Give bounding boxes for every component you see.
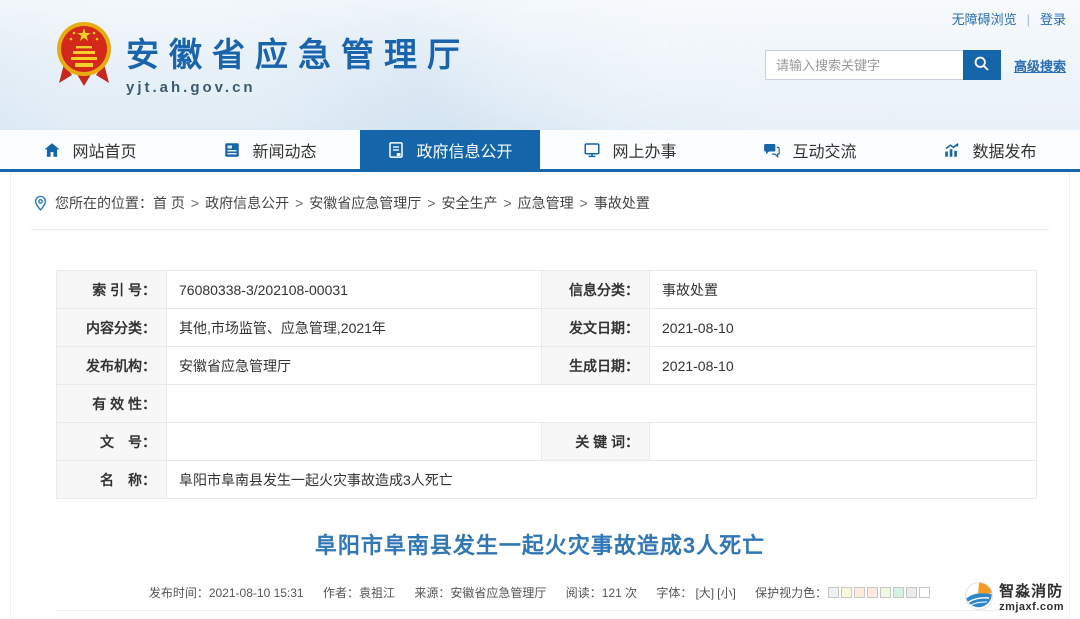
table-row: 发布机构： 安徽省应急管理厅 生成日期： 2021-08-10: [57, 347, 1037, 385]
eye-protect-swatch[interactable]: [828, 587, 839, 598]
doc-number-label: 文 号：: [57, 423, 167, 461]
table-row: 名 称： 阜阳市阜南县发生一起火灾事故造成3人死亡: [57, 461, 1037, 499]
zhimiao-fire-icon: [964, 581, 994, 616]
bottom-divider: [56, 610, 1024, 611]
breadcrumb: 您所在的位置： 首 页 > 政府信息公开 > 安徽省应急管理厅 > 安全生产 >…: [31, 172, 1049, 230]
search-button[interactable]: [963, 50, 1001, 80]
nav-item-home[interactable]: 网站首页: [0, 130, 180, 169]
watermark-logo: 智淼消防 zmjaxf.com: [964, 581, 1064, 616]
top-links-separator: |: [1027, 12, 1030, 27]
nav-item-interaction[interactable]: 互动交流: [720, 130, 900, 169]
eye-protect-swatch[interactable]: [880, 587, 891, 598]
nav-item-news[interactable]: 新闻动态: [180, 130, 360, 169]
national-emblem-logo: [55, 20, 113, 93]
publish-time: 发布时间：2021-08-10 15:31: [149, 586, 304, 600]
nav-item-label: 新闻动态: [252, 138, 316, 162]
doc-number-value: [167, 423, 542, 461]
watermark-brand-name: 智淼消防: [999, 584, 1064, 601]
accessibility-link[interactable]: 无障碍浏览: [952, 12, 1017, 27]
site-name: 安徽省应急管理厅: [126, 28, 470, 76]
keyword-label: 关 键 词：: [542, 423, 650, 461]
name-value: 阜阳市阜南县发生一起火灾事故造成3人死亡: [167, 461, 1037, 499]
issue-date-label: 发文日期：: [542, 309, 650, 347]
advanced-search-link[interactable]: 高级搜索: [1014, 56, 1066, 75]
breadcrumb-item-department[interactable]: 安徽省应急管理厅: [309, 193, 421, 213]
index-number-label: 索 引 号：: [57, 271, 167, 309]
news-icon: [223, 141, 241, 159]
login-link[interactable]: 登录: [1040, 12, 1066, 27]
site-brand: 安徽省应急管理厅 yjt.ah.gov.cn: [55, 20, 470, 96]
chat-icon: [763, 141, 781, 159]
document-info-table: 索 引 号： 76080338-3/202108-00031 信息分类： 事故处…: [56, 270, 1037, 499]
main-nav: 网站首页 新闻动态 政府信息公开 网上办事 互动交流 数据发布: [0, 130, 1080, 172]
eye-protect-colors: 保护视力色：: [755, 586, 931, 600]
nav-item-label: 数据发布: [972, 138, 1036, 162]
font-large-button[interactable]: [大]: [695, 586, 714, 600]
chart-icon: [943, 141, 961, 159]
search-input[interactable]: [765, 50, 963, 80]
keyword-value: [650, 423, 1037, 461]
search-area: 高级搜索: [765, 50, 1066, 80]
nav-item-online-services[interactable]: 网上办事: [540, 130, 720, 169]
nav-item-label: 网站首页: [72, 138, 136, 162]
top-links: 无障碍浏览 | 登录: [952, 9, 1066, 28]
eye-protect-swatch[interactable]: [854, 587, 865, 598]
table-row: 内容分类： 其他,市场监管、应急管理,2021年 发文日期： 2021-08-1…: [57, 309, 1037, 347]
generation-date-value: 2021-08-10: [650, 347, 1037, 385]
main-content: 您所在的位置： 首 页 > 政府信息公开 > 安徽省应急管理厅 > 安全生产 >…: [10, 172, 1070, 619]
publisher-label: 发布机构：: [57, 347, 167, 385]
breadcrumb-item-safety[interactable]: 安全生产: [441, 193, 497, 213]
home-icon: [43, 141, 61, 159]
site-header: 无障碍浏览|登录 安徽省应急管理厅 yjt.ah.g: [0, 0, 1080, 130]
validity-label: 有 效 性：: [57, 385, 167, 423]
article-meta: 发布时间：2021-08-10 15:31 作者：袁祖江 来源：安徽省应急管理厅…: [11, 584, 1069, 601]
font-size-controls: 字体：[大][小]: [656, 586, 735, 600]
eye-protect-swatch[interactable]: [893, 587, 904, 598]
breadcrumb-item-accident[interactable]: 事故处置: [594, 193, 650, 213]
search-icon: [973, 55, 990, 75]
breadcrumb-prefix: 您所在的位置：: [55, 193, 153, 213]
author: 作者：袁祖江: [323, 586, 395, 600]
name-label: 名 称：: [57, 461, 167, 499]
issue-date-value: 2021-08-10: [650, 309, 1037, 347]
nav-item-label: 互动交流: [792, 138, 856, 162]
content-category-value: 其他,市场监管、应急管理,2021年: [167, 309, 542, 347]
eye-protect-swatch[interactable]: [906, 587, 917, 598]
info-category-value: 事故处置: [650, 271, 1037, 309]
index-number-value: 76080338-3/202108-00031: [167, 271, 542, 309]
brand-text: 安徽省应急管理厅 yjt.ah.gov.cn: [126, 20, 470, 96]
location-pin-icon: [33, 195, 48, 212]
content-category-label: 内容分类：: [57, 309, 167, 347]
font-small-button[interactable]: [小]: [717, 586, 736, 600]
source: 来源：安徽省应急管理厅: [414, 586, 546, 600]
article-title: 阜阳市阜南县发生一起火灾事故造成3人死亡: [11, 528, 1069, 560]
table-row: 文 号： 关 键 词：: [57, 423, 1037, 461]
info-category-label: 信息分类：: [542, 271, 650, 309]
watermark-brand-url: zmjaxf.com: [999, 601, 1064, 613]
document-icon: [387, 141, 405, 159]
nav-item-data-release[interactable]: 数据发布: [900, 130, 1080, 169]
view-count: 阅读：121 次: [566, 586, 637, 600]
eye-protect-swatch[interactable]: [867, 587, 878, 598]
generation-date-label: 生成日期：: [542, 347, 650, 385]
validity-value: [167, 385, 1037, 423]
monitor-icon: [583, 141, 601, 159]
breadcrumb-item-gov-info[interactable]: 政府信息公开: [205, 193, 289, 213]
eye-protect-swatch[interactable]: [919, 587, 930, 598]
nav-item-label: 网上办事: [612, 138, 676, 162]
nav-item-gov-info[interactable]: 政府信息公开: [360, 130, 540, 169]
table-row: 有 效 性：: [57, 385, 1037, 423]
breadcrumb-item-home[interactable]: 首 页: [153, 193, 185, 213]
eye-protect-swatch[interactable]: [841, 587, 852, 598]
site-url: yjt.ah.gov.cn: [126, 79, 470, 96]
publisher-value: 安徽省应急管理厅: [167, 347, 542, 385]
breadcrumb-item-emergency[interactable]: 应急管理: [518, 193, 574, 213]
table-row: 索 引 号： 76080338-3/202108-00031 信息分类： 事故处…: [57, 271, 1037, 309]
nav-item-label: 政府信息公开: [416, 138, 512, 162]
